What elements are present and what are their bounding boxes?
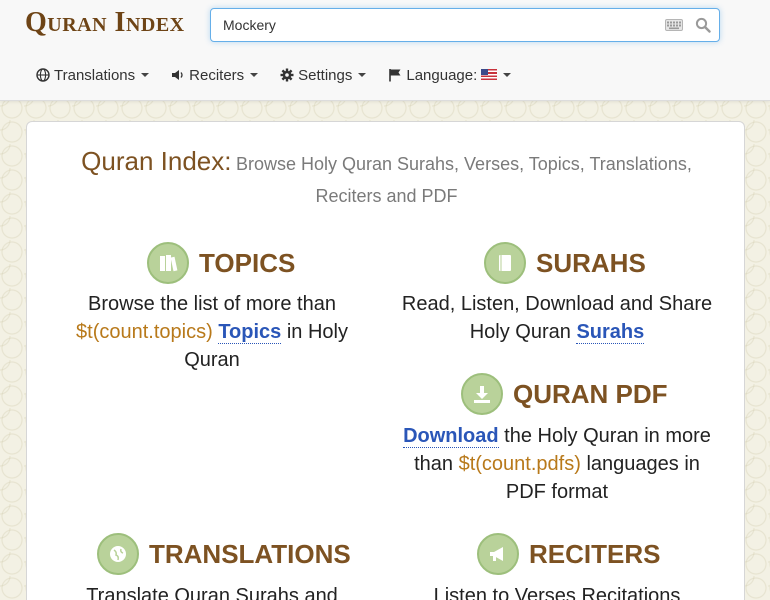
search-box[interactable]	[210, 8, 720, 42]
quran-index-logo[interactable]: Quran Index	[25, 7, 185, 39]
reciters-menu-label: Reciters	[189, 66, 245, 84]
intro-line1: Browse Holy Quran Surahs, Verses, Topics…	[235, 154, 692, 174]
topics-text1: Browse the list of more than	[88, 293, 336, 315]
flag-icon	[389, 69, 401, 82]
books-icon	[147, 242, 189, 284]
language-menu[interactable]: Language:	[388, 66, 512, 84]
translations-title[interactable]: TRANSLATIONS	[97, 533, 351, 575]
settings-menu-label: Settings	[298, 66, 353, 84]
reciters-title[interactable]: RECITERS	[477, 533, 660, 575]
translations-heading: TRANSLATIONS	[149, 538, 351, 569]
gear-icon	[280, 68, 294, 82]
reciters-description: Listen to Verses Recitations	[387, 582, 727, 600]
book-icon	[484, 242, 526, 284]
download-icon	[461, 373, 503, 415]
translations-menu-label: Translations	[54, 66, 136, 84]
pdf-text3: languages in	[586, 453, 700, 475]
pdf-text1: the Holy Quran in more	[504, 425, 711, 447]
surahs-link[interactable]: Surahs	[576, 321, 645, 344]
reciters-menu[interactable]: Reciters	[171, 66, 259, 84]
topics-count: $t(count.topics)	[76, 321, 213, 343]
reciters-text1: Listen to Verses Recitations	[433, 585, 681, 600]
pdf-download-link[interactable]: Download	[403, 425, 499, 448]
globe-icon	[36, 68, 50, 82]
topics-text2: in Holy	[286, 321, 348, 343]
intro-brand: Quran Index	[81, 146, 225, 176]
pdf-description: Download the Holy Quran in more than $t(…	[387, 422, 727, 506]
pdf-text2: than	[414, 453, 454, 475]
intro-colon: :	[224, 146, 232, 176]
chevron-down-icon	[503, 73, 512, 77]
reciters-heading: RECITERS	[529, 538, 661, 569]
globe-icon	[97, 533, 139, 575]
topics-link[interactable]: Topics	[218, 321, 282, 344]
chevron-down-icon	[141, 73, 150, 77]
chevron-down-icon	[250, 73, 259, 77]
content-panel: Quran Index: Browse Holy Quran Surahs, V…	[26, 121, 745, 600]
topics-description: Browse the list of more than $t(count.to…	[47, 290, 377, 374]
pdf-count: $t(count.pdfs)	[458, 453, 581, 475]
top-header: Quran Index Translations	[0, 0, 770, 101]
search-icon[interactable]	[695, 17, 711, 33]
main-nav: Translations Reciters Settings Language:	[36, 64, 533, 86]
keyboard-icon[interactable]	[665, 19, 683, 31]
settings-menu[interactable]: Settings	[280, 66, 367, 84]
intro: Quran Index: Browse Holy Quran Surahs, V…	[27, 146, 746, 213]
translations-text1: Translate Quran Surahs and	[86, 585, 338, 600]
translations-menu[interactable]: Translations	[36, 66, 150, 84]
translations-description: Translate Quran Surahs and	[47, 582, 377, 600]
speaker-icon	[172, 70, 183, 80]
megaphone-icon	[477, 533, 519, 575]
language-menu-label: Language:	[406, 66, 478, 84]
surahs-description: Read, Listen, Download and Share Holy Qu…	[387, 290, 727, 346]
us-flag-icon	[481, 68, 498, 80]
surahs-heading: SURAHS	[536, 247, 646, 278]
surahs-text2: Holy Quran	[469, 321, 571, 343]
pdf-heading: QURAN PDF	[513, 378, 668, 409]
chevron-down-icon	[358, 73, 367, 77]
pdf-title[interactable]: QURAN PDF	[461, 373, 668, 415]
pdf-text4: PDF format	[505, 481, 609, 503]
topics-text3: Quran	[184, 349, 240, 371]
topics-heading: TOPICS	[199, 247, 296, 278]
search-input[interactable]	[211, 9, 651, 41]
topics-title[interactable]: TOPICS	[147, 242, 295, 284]
surahs-title[interactable]: SURAHS	[484, 242, 646, 284]
intro-line2: Reciters and PDF	[315, 186, 458, 206]
surahs-text1: Read, Listen, Download and Share	[401, 293, 713, 315]
